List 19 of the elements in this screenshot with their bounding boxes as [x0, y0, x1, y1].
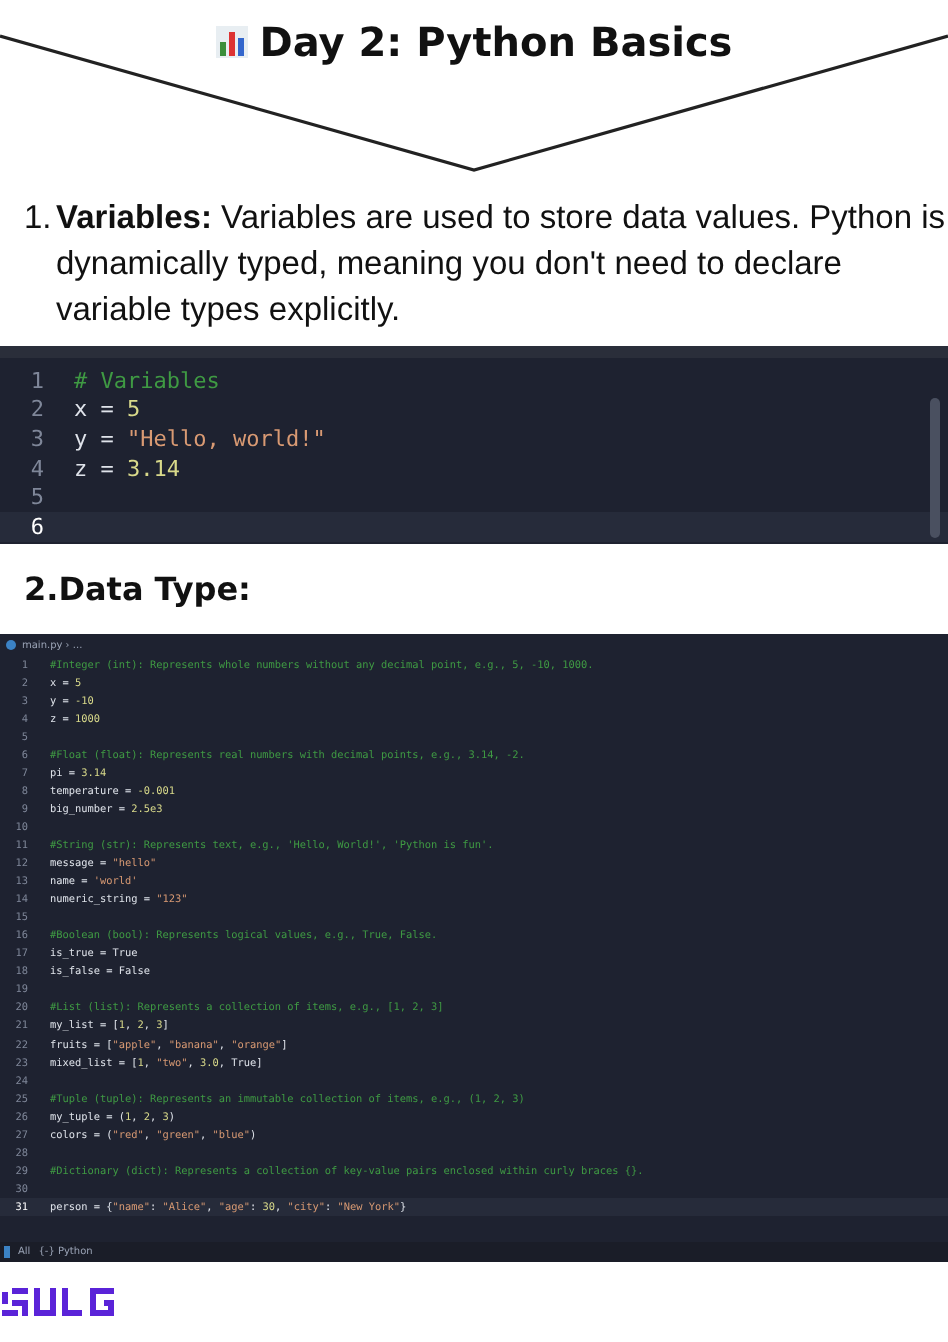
code-line: x = 5 — [74, 396, 141, 423]
line-number: 4 — [28, 455, 44, 482]
line-number: 1 — [28, 367, 44, 394]
status-icon — [4, 1246, 10, 1258]
file-icon — [6, 640, 16, 650]
list-number: 1. — [24, 198, 52, 240]
logo-icon — [2, 1288, 118, 1320]
line-number: 5 — [28, 484, 44, 511]
code-line: z = 3.14 — [74, 455, 180, 482]
scrollbar[interactable] — [930, 398, 940, 538]
code-line: y = "Hello, world!" — [74, 425, 326, 452]
section-heading: 2.Data Type: — [24, 570, 251, 608]
paragraph: Variables: Variables are used to store data values. Python is dynamically typed, meaning you don't need to declare variable types explicitly. — [56, 198, 948, 332]
line-number: 6 — [28, 513, 44, 540]
bar-chart-icon — [215, 26, 248, 58]
line-number: 2 — [28, 396, 44, 423]
page-title: Day 2: Python Basics — [259, 18, 733, 66]
code-comment: # Variables — [74, 367, 220, 394]
line-number: 3 — [28, 425, 44, 452]
